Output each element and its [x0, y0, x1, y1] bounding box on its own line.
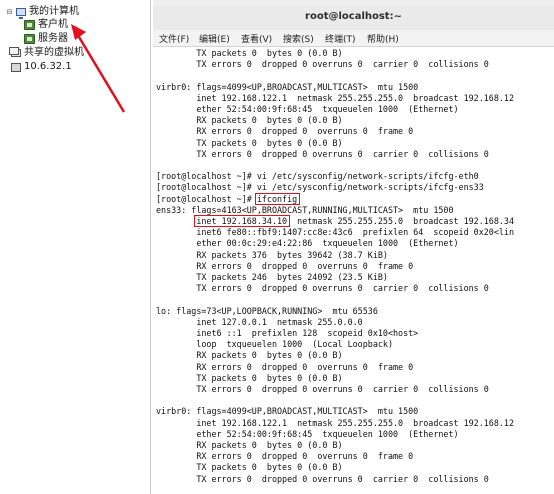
- menu-bar: 文件(F) 编辑(E) 查看(V) 搜索(S) 终端(T) 帮助(H): [153, 30, 554, 47]
- highlight-box-command: [255, 192, 300, 205]
- menu-terminal[interactable]: 终端(T): [325, 32, 356, 45]
- terminal-line: [root@localhost ~]# vi /etc/sysconfig/ne…: [156, 171, 479, 182]
- tree-item-label: 服务器: [38, 33, 68, 44]
- terminal-window: root@localhost:~ 文件(F) 编辑(E) 查看(V) 搜索(S)…: [153, 0, 554, 494]
- vm-icon: [24, 20, 35, 30]
- terminal-line: [root@localhost ~]# vi /etc/sysconfig/ne…: [156, 182, 484, 193]
- terminal-line: TX errors 0 dropped 0 overruns 0 carrier…: [156, 148, 489, 159]
- terminal-line: RX errors 0 dropped 0 overruns 0 frame 0: [156, 260, 414, 271]
- terminal-line: virbr0: flags=4099<UP,BROADCAST,MULTICAS…: [156, 81, 419, 92]
- tree-item-label: 共享的虚拟机: [24, 47, 84, 58]
- tree-item-label: 10.6.32.1: [24, 61, 72, 72]
- menu-help[interactable]: 帮助(H): [367, 32, 399, 45]
- computer-icon: [16, 8, 26, 19]
- terminal-line: RX packets 376 bytes 39642 (38.7 KiB): [156, 249, 388, 260]
- terminal-line: TX packets 246 bytes 24092 (23.5 KiB): [156, 272, 388, 282]
- menu-edit[interactable]: 编辑(E): [199, 32, 230, 45]
- shared-vms-icon: [9, 47, 21, 57]
- tree-item-my-computer[interactable]: ⊟ 我的计算机: [6, 5, 79, 19]
- terminal-line: RX errors 0 dropped 0 overruns 0 frame 0: [156, 451, 414, 462]
- window-title: root@localhost:~: [305, 11, 402, 22]
- tree-item-server-vm[interactable]: 服务器: [24, 32, 68, 46]
- terminal-line: TX errors 0 dropped 0 overruns 0 carrier…: [156, 283, 489, 294]
- remote-host-icon: [11, 62, 21, 72]
- terminal-output[interactable]: TX packets 0 bytes 0 (0.0 B) TX errors 0…: [153, 47, 554, 494]
- terminal-line: inet 192.168.122.1 netmask 255.255.255.0…: [156, 92, 514, 103]
- terminal-line: RX packets 0 bytes 0 (0.0 B): [156, 350, 343, 361]
- vm-library-tree: ⊟ 我的计算机 客户机 服务器 共享的虚拟机 10.6.32.1: [0, 0, 151, 494]
- collapse-toggle-icon[interactable]: ⊟: [6, 5, 13, 19]
- terminal-line: lo: flags=73<UP,LOOPBACK,RUNNING> mtu 65…: [156, 305, 378, 316]
- menu-view[interactable]: 查看(V): [241, 32, 272, 45]
- vm-icon: [24, 34, 35, 44]
- terminal-line: RX errors 0 dropped 0 overruns 0 frame 0: [156, 361, 414, 372]
- terminal-line: virbr0: flags=4099<UP,BROADCAST,MULTICAS…: [156, 406, 419, 417]
- terminal-line: ether 00:0c:29:e4:22:86 txqueuelen 1000 …: [156, 238, 459, 249]
- tree-item-remote-host[interactable]: 10.6.32.1: [11, 60, 72, 74]
- menu-search[interactable]: 搜索(S): [283, 32, 314, 45]
- title-bar[interactable]: root@localhost:~: [153, 6, 554, 31]
- terminal-line: RX packets 0 bytes 0 (0.0 B): [156, 115, 343, 126]
- terminal-line: TX errors 0 dropped 0 overruns 0 carrier…: [156, 384, 489, 394]
- terminal-line: inet 192.168.122.1 netmask 255.255.255.0…: [156, 417, 514, 428]
- terminal-line: TX errors 0 dropped 0 overruns 0 carrier…: [156, 473, 489, 484]
- terminal-line: RX packets 0 bytes 0 (0.0 B): [156, 440, 343, 450]
- tree-item-shared-vms[interactable]: 共享的虚拟机: [9, 46, 84, 60]
- terminal-line: RX errors 0 dropped 0 overruns 0 frame 0: [156, 126, 414, 137]
- terminal-line: loop txqueuelen 1000 (Local Loopback): [156, 339, 393, 350]
- terminal-line: TX packets 0 bytes 0 (0.0 B): [156, 48, 343, 58]
- terminal-line: ether 52:54:00:9f:68:45 txqueuelen 1000 …: [156, 428, 459, 439]
- menu-file[interactable]: 文件(F): [159, 32, 189, 45]
- tree-item-label: 客户机: [38, 19, 68, 30]
- terminal-line: TX packets 0 bytes 0 (0.0 B): [156, 462, 343, 473]
- terminal-line: inet 127.0.0.1 netmask 255.0.0.0: [156, 316, 363, 327]
- terminal-line: TX errors 0 dropped 0 overruns 0 carrier…: [156, 59, 489, 70]
- highlight-box-ip-address: [194, 215, 290, 228]
- tree-item-label: 我的计算机: [29, 6, 79, 17]
- terminal-line: ether 52:54:00:9f:68:45 txqueuelen 1000 …: [156, 104, 459, 114]
- terminal-line: inet6 fe80::fbf9:1407:cc8e:43c6 prefixle…: [156, 227, 514, 238]
- tree-item-client-vm[interactable]: 客户机: [24, 18, 68, 32]
- terminal-line: TX packets 0 bytes 0 (0.0 B): [156, 372, 343, 383]
- terminal-line: TX packets 0 bytes 0 (0.0 B): [156, 137, 343, 148]
- terminal-line: inet6 ::1 prefixlen 128 scopeid 0x10<hos…: [156, 328, 419, 338]
